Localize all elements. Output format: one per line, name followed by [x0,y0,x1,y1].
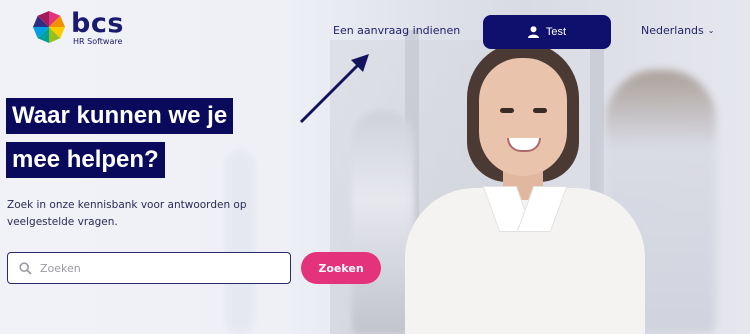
annotation-arrow-icon [299,54,369,124]
search-icon [19,261,32,275]
brand-tagline: HR Software [73,37,123,46]
logo-mark-icon [33,11,65,43]
search-box[interactable] [7,252,291,284]
brand-name: bcs [71,8,124,39]
blurred-person [225,150,255,334]
language-selector[interactable]: Nederlands ⌄ [641,24,714,37]
bcs-logo[interactable]: bcs HR Software [32,10,124,47]
search-input[interactable] [40,261,280,275]
user-icon [527,26,539,38]
chevron-down-icon: ⌄ [707,26,715,35]
language-label: Nederlands [641,24,704,37]
submit-request-link[interactable]: Een aanvraag indienen [333,24,460,37]
search-button[interactable]: Zoeken [301,252,381,284]
hero-headline-line1: Waar kunnen we je [6,98,234,134]
user-menu-button[interactable]: Test [483,15,611,49]
hero-description: Zoek in onze kennisbank voor antwoorden … [7,199,247,228]
hero-headline-line2: mee helpen? [6,142,165,178]
user-name: Test [545,26,567,38]
smiling-woman-photo [405,30,645,334]
